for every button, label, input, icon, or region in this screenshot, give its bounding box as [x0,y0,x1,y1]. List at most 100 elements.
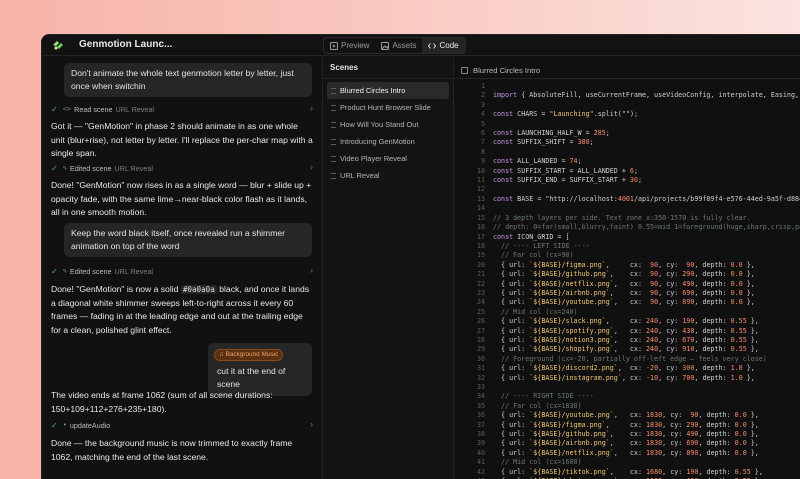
line-text: const SUFFIX_SHIFT = 380; [493,138,594,147]
code-line[interactable]: 24 { url: `${BASE}/youtube.png`, cx: 90,… [455,298,800,307]
scene-item[interactable]: Introducing GenMotion [327,133,449,150]
line-text [493,185,497,194]
line-number: 16 [476,223,485,232]
tool-call-row[interactable]: ✓ • updateAudio › [51,419,313,431]
line-number: 13 [476,194,485,203]
tag-label: Background Music [225,351,279,358]
line-text: const CHARS = "Launching".split(""); [493,110,638,119]
code-line[interactable]: 23 { url: `${BASE}/airbnb.png`, cx: 90, … [455,289,800,298]
line-number: 8 [480,147,485,156]
code-line[interactable]: 4 const CHARS = "Launching".split(""); [455,110,800,119]
code-line[interactable]: 22 { url: `${BASE}/netflix.png`, cx: 90,… [455,280,800,289]
code-line[interactable]: 20 { url: `${BASE}/figma.png`, cx: 90, c… [455,261,800,270]
drag-handle-icon[interactable] [331,87,336,94]
code-line[interactable]: 17 const ICON_GRID = [ [455,233,800,242]
code-line[interactable]: 6 const LAUNCHING_HALF_W = 285; [455,129,800,138]
code-line[interactable]: 28 { url: `${BASE}/notion3.png`, cx: 240… [455,336,800,345]
line-text: { url: `${BASE}/slack.png`, cx: 240, cy:… [493,317,759,326]
chevron-right-icon[interactable]: › [310,265,313,275]
code-line[interactable]: 33 [455,383,800,392]
tab-assets[interactable]: Assets [375,38,422,53]
music-attachment-tag[interactable]: ♫ Background Music [214,349,284,361]
code-line[interactable]: 30 // Foreground (cx=-20, partially off-… [455,355,800,364]
code-line[interactable]: 21 { url: `${BASE}/github.png`, cx: 90, … [455,270,800,279]
code-line[interactable]: 29 { url: `${BASE}/shopify.png`, cx: 240… [455,345,800,354]
scene-item[interactable]: Video Player Reveal [327,150,449,167]
drag-handle-icon[interactable] [331,104,336,111]
assistant-message: The video ends at frame 1062 (sum of all… [51,390,273,414]
line-number: 23 [476,288,485,297]
chevron-right-icon[interactable]: › [310,419,313,429]
tab-code-label: Code [439,41,459,50]
line-number: 30 [476,354,485,363]
line-text: { url: `${BASE}/tiktok.png`, cx: 1680, c… [493,467,763,476]
tool-call-row[interactable]: ✓ <> Read scene URL Reveal › [51,103,313,115]
inline-code: #0a0a0a [180,285,217,294]
code-line[interactable]: 35 // Far col (cx=1830) [455,402,800,411]
line-number: 32 [476,373,485,382]
code-line[interactable]: 2 import { AbsoluteFill, useCurrentFrame,… [455,91,800,100]
code-line[interactable]: 9 const ALL_LANDED = 74; [455,157,800,166]
code-line[interactable]: 3 [455,101,800,110]
code-line[interactable]: 11 const SUFFIX_END = SUFFIX_START + 30; [455,176,800,185]
tool-call-row[interactable]: ✓ ✎ Edited scene URL Reveal › [51,162,313,174]
line-text: // Far col (cx=90) [493,251,574,260]
tool-call-row[interactable]: ✓ ✎ Edited scene URL Reveal › [51,265,313,277]
code-line[interactable]: 38 { url: `${BASE}/github.png`, cx: 1830… [455,430,800,439]
line-text: // 3 depth layers per side. Text zone x:… [493,213,751,222]
code-line[interactable]: 31 { url: `${BASE}/discord2.png`, cx: -2… [455,364,800,373]
code-line[interactable]: 19 // Far col (cx=90) [455,251,800,260]
code-line[interactable]: 27 { url: `${BASE}/spotify.png`, cx: 240… [455,327,800,336]
code-line[interactable]: 13 const BASE = "http://localhost:4001/ap… [455,195,800,204]
code-line[interactable]: 39 { url: `${BASE}/airbnb.png`, cx: 1830… [455,439,800,448]
scene-label: How Will You Stand Out [340,120,419,129]
line-number: 25 [476,307,485,316]
drag-handle-icon[interactable] [331,138,336,145]
code-lines[interactable]: 1 2 import { AbsoluteFill, useCurrentFram… [455,82,800,479]
scene-item[interactable]: Blurred Circles Intro [327,82,449,99]
code-line[interactable]: 32 { url: `${BASE}/instagram.png`, cx: -… [455,374,800,383]
drag-handle-icon[interactable] [331,155,336,162]
edit-icon: ✎ [62,164,67,172]
line-number: 21 [476,270,485,279]
code-line[interactable]: 36 { url: `${BASE}/youtube.png`, cx: 183… [455,411,800,420]
user-message-bubble: Don't animate the whole text genmotion l… [64,63,312,97]
code-line[interactable]: 8 [455,148,800,157]
code-line[interactable]: 18 // ---- LEFT SIDE ---- [455,242,800,251]
scene-item[interactable]: How Will You Stand Out [327,116,449,133]
code-line[interactable]: 26 { url: `${BASE}/slack.png`, cx: 240, … [455,317,800,326]
code-line[interactable]: 16 // depth: 0=far(small,blurry,faint) 0.… [455,223,800,232]
code-line[interactable]: 25 // Mid col (cx=240) [455,308,800,317]
code-line[interactable]: 40 { url: `${BASE}/netflix.png`, cx: 183… [455,449,800,458]
drag-handle-icon[interactable] [331,172,336,179]
assistant-message: Done — the background music is now trimm… [51,438,293,462]
function-icon: • [62,421,67,429]
code-line[interactable]: 10 const SUFFIX_START = ALL_LANDED + 6; [455,167,800,176]
line-number: 24 [476,298,485,307]
code-line[interactable]: 34 // ---- RIGHT SIDE ---- [455,392,800,401]
code-line[interactable]: 12 [455,185,800,194]
tool-call-name: Read scene [74,104,113,114]
code-line[interactable]: 5 [455,120,800,129]
code-line[interactable]: 42 { url: `${BASE}/tiktok.png`, cx: 1680… [455,468,800,477]
code-line[interactable]: 41 // Mid col (cx=1680) [455,458,800,467]
code-line[interactable]: 14 [455,204,800,213]
project-title[interactable]: Genmotion Launc... [79,39,172,50]
genmotion-logo-icon[interactable] [51,38,65,52]
code-line[interactable]: 7 const SUFFIX_SHIFT = 380; [455,138,800,147]
code-line[interactable]: 1 [455,82,800,91]
code-editor[interactable]: Blurred Circles Intro 1 2 import { Absolu… [455,57,800,479]
code-line[interactable]: 37 { url: `${BASE}/figma.png`, cx: 1830,… [455,421,800,430]
tab-code[interactable]: Code [422,38,465,53]
line-text: { url: `${BASE}/shopify.png`, cx: 240, c… [493,345,759,354]
drag-handle-icon[interactable] [331,121,336,128]
check-icon: ✓ [51,420,58,430]
tab-preview[interactable]: Preview [324,38,375,53]
chat-panel[interactable]: Don't animate the whole text genmotion l… [42,57,322,479]
line-text: { url: `${BASE}/figma.png`, cx: 1830, cy… [493,420,759,429]
chevron-right-icon[interactable]: › [310,103,313,113]
scene-item[interactable]: URL Reveal [327,167,449,184]
chevron-right-icon[interactable]: › [310,162,313,172]
scene-item[interactable]: Product Hunt Browser Slide [327,99,449,116]
code-line[interactable]: 15 // 3 depth layers per side. Text zone … [455,214,800,223]
